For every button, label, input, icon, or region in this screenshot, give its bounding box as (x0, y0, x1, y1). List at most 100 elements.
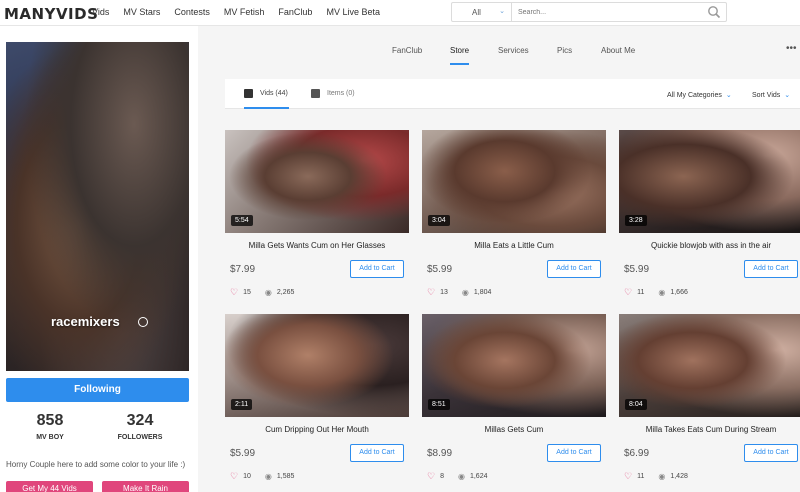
video-price: $5.99 (230, 448, 256, 459)
stat-value: 858 (36, 412, 64, 429)
video-thumbnail[interactable]: 8:51 (422, 314, 606, 417)
video-thumbnail[interactable]: 8:04 (619, 314, 800, 417)
eye-icon: ◉ (658, 472, 666, 481)
search-filter-value: All (472, 8, 481, 17)
heart-icon[interactable]: ♡ (427, 471, 435, 482)
search-bar: All ⌄ (451, 2, 727, 22)
video-title[interactable]: Cum Dripping Out Her Mouth (225, 425, 409, 434)
video-card[interactable]: 8:51 Millas Gets Cum $8.99 Add to Cart ♡… (422, 314, 606, 484)
heart-icon[interactable]: ♡ (230, 287, 238, 298)
eye-icon: ◉ (264, 472, 272, 481)
video-title[interactable]: Milla Eats a Little Cum (422, 241, 606, 250)
stat-label: FOLLOWERS (117, 434, 163, 441)
video-title[interactable]: Milla Gets Wants Cum on Her Glasses (225, 241, 409, 250)
profile-name: racemixers (51, 314, 120, 329)
tab-services[interactable]: Services (498, 46, 529, 55)
video-card[interactable]: 3:28 Quickie blowjob with ass in the air… (619, 130, 800, 300)
add-to-cart-button[interactable]: Add to Cart (547, 260, 601, 278)
profile-photo: racemixers (6, 42, 189, 371)
tab-pics[interactable]: Pics (557, 46, 572, 55)
like-count: 10 (243, 473, 251, 480)
stat-value: 324 (126, 412, 154, 429)
heart-icon[interactable]: ♡ (624, 471, 632, 482)
make-it-rain-button[interactable]: Make It Rain (102, 481, 189, 492)
like-count: 13 (440, 289, 448, 296)
logo[interactable]: MANYVIDS (4, 5, 98, 23)
add-to-cart-button[interactable]: Add to Cart (350, 444, 404, 462)
video-thumbnail[interactable]: 2:11 (225, 314, 409, 417)
video-title[interactable]: Millas Gets Cum (422, 425, 606, 434)
heart-icon[interactable]: ♡ (624, 287, 632, 298)
view-count: 2,265 (276, 289, 295, 296)
like-count: 15 (243, 289, 251, 296)
duration-badge: 3:28 (625, 215, 647, 226)
store-tab-label: Items (0) (327, 90, 355, 97)
store-tab-items[interactable]: Items (0) (311, 89, 355, 98)
duration-badge: 8:51 (428, 399, 450, 410)
search-icon[interactable] (707, 5, 721, 19)
top-bar: MANYVIDS Vids MV Stars Contests MV Fetis… (0, 0, 800, 26)
chevron-down-icon: ⌄ (725, 92, 732, 99)
video-thumbnail[interactable]: 5:54 (225, 130, 409, 233)
heart-icon[interactable]: ♡ (230, 471, 238, 482)
like-count: 11 (637, 289, 645, 296)
clapperboard-icon (244, 89, 253, 98)
video-stats: ♡ 11 ◉ 1,428 (624, 471, 688, 482)
add-to-cart-button[interactable]: Add to Cart (744, 260, 798, 278)
video-card[interactable]: 2:11 Cum Dripping Out Her Mouth $5.99 Ad… (225, 314, 409, 484)
get-vids-button[interactable]: Get My 44 Vids (6, 481, 93, 492)
video-stats: ♡ 15 ◉ 2,265 (230, 287, 294, 298)
eye-icon: ◉ (457, 472, 465, 481)
video-thumbnail[interactable]: 3:04 (422, 130, 606, 233)
tshirt-icon (311, 89, 320, 98)
video-card[interactable]: 8:04 Milla Takes Eats Cum During Stream … (619, 314, 800, 484)
duration-badge: 2:11 (231, 399, 253, 410)
add-to-cart-button[interactable]: Add to Cart (547, 444, 601, 462)
video-stats: ♡ 13 ◉ 1,804 (427, 287, 491, 298)
video-card[interactable]: 3:04 Milla Eats a Little Cum $5.99 Add t… (422, 130, 606, 300)
chevron-down-icon: ⌄ (784, 92, 791, 99)
profile-panel: racemixers Following 858 MV BOY 324 FOLL… (0, 26, 198, 492)
duration-badge: 5:54 (231, 215, 253, 226)
video-title[interactable]: Quickie blowjob with ass in the air (619, 241, 800, 250)
add-to-cart-button[interactable]: Add to Cart (744, 444, 798, 462)
tab-store[interactable]: Store (450, 46, 469, 55)
like-count: 8 (440, 473, 444, 480)
sort-dropdown[interactable]: Sort Vids ⌄ (752, 91, 790, 99)
add-to-cart-button[interactable]: Add to Cart (350, 260, 404, 278)
nav-vids[interactable]: Vids (92, 7, 109, 17)
tab-fanclub[interactable]: FanClub (392, 46, 422, 55)
view-count: 1,624 (469, 473, 488, 480)
store-tab-vids[interactable]: Vids (44) (244, 89, 288, 98)
video-thumbnail[interactable]: 3:28 (619, 130, 800, 233)
video-stats: ♡ 8 ◉ 1,624 (427, 471, 488, 482)
search-input[interactable] (518, 6, 698, 18)
category-dropdown[interactable]: All My Categories ⌄ (667, 91, 732, 99)
video-price: $7.99 (230, 264, 256, 275)
nav-fanclub[interactable]: FanClub (278, 7, 312, 17)
category-dropdown-value: All My Categories (667, 92, 722, 99)
stat-label: MV BOY (36, 434, 64, 441)
video-price: $6.99 (624, 448, 650, 459)
active-store-tab-indicator (244, 107, 289, 109)
nav-mv-stars[interactable]: MV Stars (123, 7, 160, 17)
nav-mv-fetish[interactable]: MV Fetish (224, 7, 265, 17)
nav-mv-live[interactable]: MV Live Beta (326, 7, 380, 17)
video-title[interactable]: Milla Takes Eats Cum During Stream (619, 425, 800, 434)
duration-badge: 8:04 (625, 399, 647, 410)
sort-dropdown-value: Sort Vids (752, 92, 781, 99)
following-button[interactable]: Following (6, 378, 189, 402)
nav-contests[interactable]: Contests (174, 7, 210, 17)
heart-icon[interactable]: ♡ (427, 287, 435, 298)
video-card[interactable]: 5:54 Milla Gets Wants Cum on Her Glasses… (225, 130, 409, 300)
search-filter-select[interactable]: All ⌄ (452, 3, 512, 21)
eye-icon: ◉ (461, 288, 469, 297)
video-stats: ♡ 10 ◉ 1,585 (230, 471, 294, 482)
more-options-icon[interactable]: ••• (786, 43, 797, 54)
view-count: 1,666 (670, 289, 688, 296)
tab-about-me[interactable]: About Me (601, 46, 635, 55)
video-price: $8.99 (427, 448, 453, 459)
view-count: 1,428 (670, 473, 688, 480)
video-price: $5.99 (624, 264, 650, 275)
profile-bio: Horny Couple here to add some color to y… (6, 460, 186, 469)
